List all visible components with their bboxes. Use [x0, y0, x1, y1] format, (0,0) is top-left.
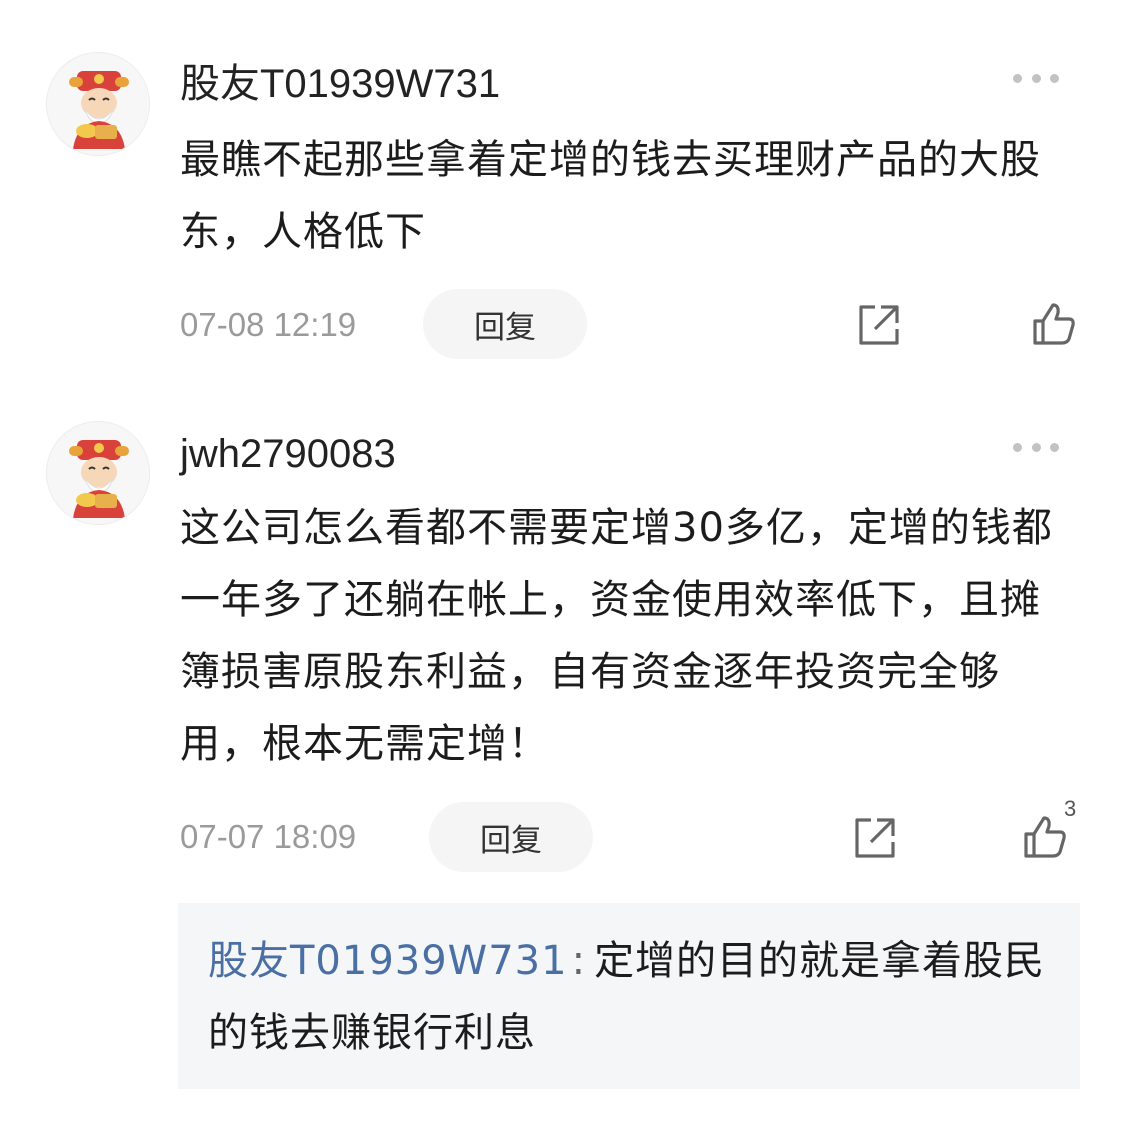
fortune-god-avatar-icon [47, 422, 150, 525]
comment-time: 07-07 18:09 [180, 818, 357, 855]
like-count: 3 [1064, 796, 1077, 821]
comment-content: 这公司怎么看都不需要定增30多亿，定增的钱都一年多了还躺在帐上，资金使用效率低下… [180, 505, 1053, 767]
share-button[interactable] [849, 812, 899, 862]
sub-reply[interactable]: 股友T01939W731: 定增的目的就是拿着股民的钱去赚银行利息 [178, 903, 1080, 1089]
comment-item: jwh2790083 这公司怎么看都不需要定增30多亿，定增的钱都一年多了还躺在… [0, 0, 1125, 1137]
sub-reply-author[interactable]: 股友T01939W731 [208, 938, 568, 984]
avatar[interactable] [46, 421, 150, 525]
share-icon [849, 812, 899, 862]
like-button[interactable] [1020, 812, 1070, 862]
more-dots-icon [1013, 442, 1022, 452]
more-options-button[interactable] [1013, 441, 1059, 453]
comment-username[interactable]: jwh2790083 [180, 430, 396, 478]
thumbs-up-icon [1020, 812, 1070, 862]
sub-reply-text: 股友T01939W731: 定增的目的就是拿着股民的钱去赚银行利息 [208, 925, 1058, 1069]
sub-reply-separator: : [571, 938, 587, 984]
reply-button[interactable]: 回复 [429, 802, 593, 872]
